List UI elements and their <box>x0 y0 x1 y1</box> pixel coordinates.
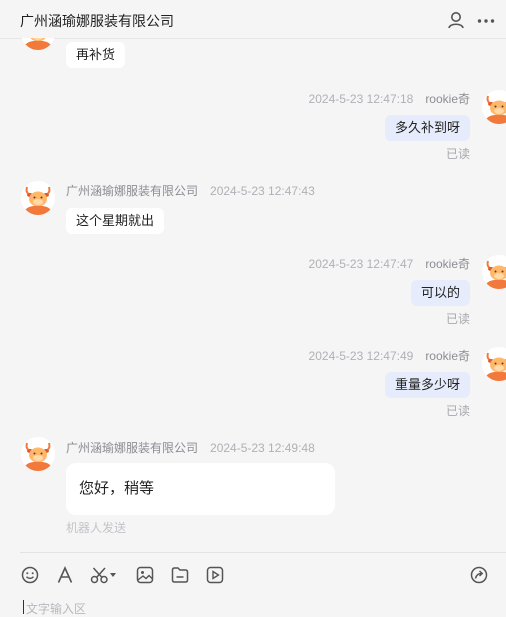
read-status: 已读 <box>445 312 470 326</box>
font-icon[interactable] <box>55 565 75 585</box>
incoming-message-bubble[interactable]: 您好，稍等 <box>66 463 335 515</box>
share-icon[interactable] <box>469 565 489 585</box>
video-icon[interactable] <box>205 565 225 585</box>
user-avatar[interactable] <box>482 90 506 124</box>
emoji-icon[interactable] <box>20 565 40 585</box>
user-avatar[interactable] <box>482 255 506 289</box>
sender-name: 广州涵瑜娜服装有限公司 <box>66 184 199 198</box>
robot-sent-note: 机器人发送 <box>66 521 127 535</box>
text-caret <box>23 600 24 614</box>
message-time: 2024-5-23 12:47:43 <box>210 184 315 198</box>
chat-title: 广州涵瑜娜服装有限公司 <box>20 13 174 29</box>
incoming-message-bubble[interactable]: 再补货 <box>66 42 126 68</box>
read-status: 已读 <box>445 147 470 161</box>
scissors-icon[interactable] <box>90 565 118 585</box>
user-avatar[interactable] <box>482 347 506 381</box>
message-meta: 2024-5-23 12:47:49 rookie奇 <box>309 347 470 364</box>
file-icon[interactable] <box>170 565 190 585</box>
message-time: 2024-5-23 12:47:47 <box>308 257 414 271</box>
message-list[interactable]: 再补货 2024-5-23 12:47:18 rookie奇 多久补到呀 已读 广… <box>0 38 506 552</box>
message-time: 2024-5-23 12:47:49 <box>308 349 414 363</box>
shop-avatar[interactable] <box>21 38 55 50</box>
more-icon[interactable] <box>476 10 496 30</box>
message-time: 2024-5-23 12:47:18 <box>308 92 414 106</box>
message-time: 2024-5-23 12:49:48 <box>210 441 315 455</box>
sender-name: rookie奇 <box>425 349 470 363</box>
input-placeholder: 文字输入区 <box>26 602 87 616</box>
message-meta: 2024-5-23 12:47:18 rookie奇 <box>309 90 470 107</box>
outgoing-message-bubble[interactable]: 多久补到呀 <box>384 115 470 141</box>
message-input[interactable]: 文字输入区 <box>20 596 506 616</box>
message-meta: 广州涵瑜娜服装有限公司 2024-5-23 12:49:48 <box>66 439 315 456</box>
outgoing-message-bubble[interactable]: 重量多少呀 <box>384 372 470 398</box>
contact-person-icon[interactable] <box>446 10 466 30</box>
message-meta: 广州涵瑜娜服装有限公司 2024-5-23 12:47:43 <box>66 182 315 199</box>
sender-name: 广州涵瑜娜服装有限公司 <box>66 441 199 455</box>
shop-avatar[interactable] <box>21 437 55 471</box>
input-toolbar <box>20 552 506 597</box>
outgoing-message-bubble[interactable]: 可以的 <box>410 280 470 306</box>
incoming-message-bubble[interactable]: 这个星期就出 <box>66 208 165 234</box>
sender-name: rookie奇 <box>425 92 470 106</box>
shop-avatar[interactable] <box>21 181 55 215</box>
message-meta: 2024-5-23 12:47:47 rookie奇 <box>309 255 470 272</box>
sender-name: rookie奇 <box>425 257 470 271</box>
image-icon[interactable] <box>135 565 155 585</box>
read-status: 已读 <box>445 404 470 418</box>
chat-header: 广州涵瑜娜服装有限公司 <box>0 0 506 39</box>
